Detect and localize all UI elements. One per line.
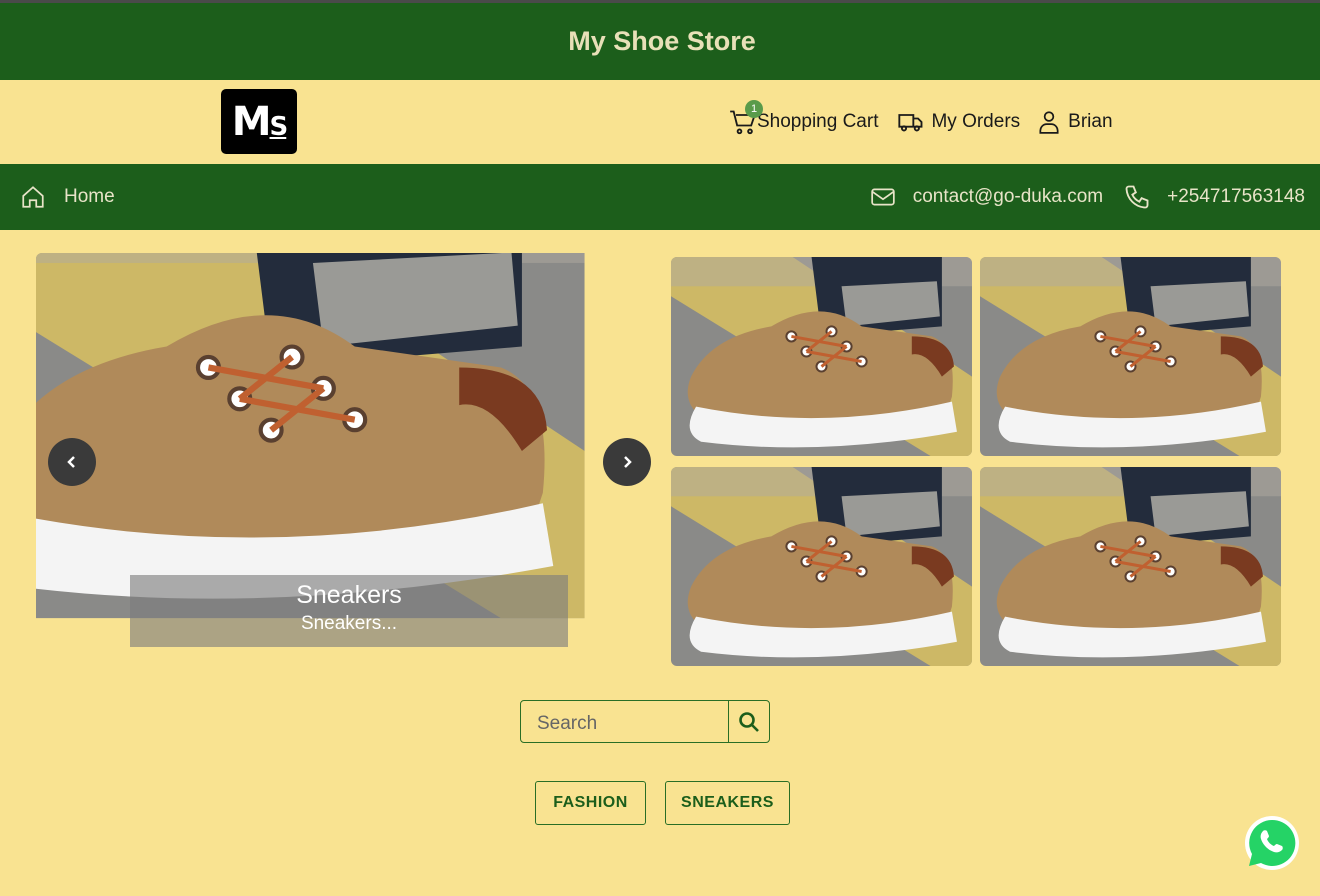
- carousel-prev-button[interactable]: [48, 438, 96, 486]
- shopping-cart-label: Shopping Cart: [757, 111, 879, 132]
- user-name-label: Brian: [1068, 111, 1113, 132]
- product-image: [671, 257, 972, 456]
- header-nav: 1 Shopping Cart My Orders Brian: [729, 100, 1113, 136]
- contact-email[interactable]: contact@go-duka.com: [913, 186, 1103, 208]
- home-link[interactable]: Home: [20, 184, 115, 210]
- shopping-cart-link[interactable]: 1 Shopping Cart: [729, 100, 879, 136]
- header: MS 1 Shopping Cart My Orders Brian: [0, 80, 1320, 164]
- hero-carousel: Sneakers Sneakers...: [36, 253, 663, 670]
- search-input[interactable]: [521, 701, 728, 742]
- whatsapp-button[interactable]: [1244, 815, 1300, 871]
- home-icon: [22, 186, 44, 208]
- home-label: Home: [64, 186, 115, 207]
- product-image: [980, 467, 1281, 666]
- product-thumbnail[interactable]: [980, 467, 1281, 666]
- search-icon: [739, 711, 759, 732]
- search-button[interactable]: [728, 701, 769, 742]
- carousel-caption: Sneakers Sneakers...: [130, 575, 568, 647]
- store-title: My Shoe Store: [568, 26, 756, 56]
- cart-count-badge: 1: [745, 100, 763, 118]
- category-fashion-button[interactable]: FASHION: [535, 781, 646, 825]
- store-logo[interactable]: MS: [221, 89, 297, 154]
- contact-phone[interactable]: +254717563148: [1167, 186, 1305, 208]
- carousel-next-button[interactable]: [603, 438, 651, 486]
- product-thumbnail[interactable]: [980, 257, 1281, 456]
- mail-icon: [871, 188, 895, 206]
- product-image: [671, 467, 972, 666]
- top-banner: My Shoe Store: [0, 3, 1320, 80]
- contact-info: contact@go-duka.com +254717563148: [869, 183, 1305, 211]
- my-orders-label: My Orders: [931, 111, 1021, 132]
- whatsapp-icon: [1245, 816, 1299, 870]
- truck-icon: [898, 114, 923, 132]
- nav-bar: Home contact@go-duka.com +254717563148: [0, 164, 1320, 230]
- user-account-link[interactable]: Brian: [1036, 108, 1113, 136]
- product-image: [980, 257, 1281, 456]
- user-icon: [1039, 111, 1059, 134]
- caption-title: Sneakers: [296, 581, 402, 609]
- chevron-right-icon: [624, 456, 632, 468]
- product-thumbnail[interactable]: [671, 467, 972, 666]
- my-orders-link[interactable]: My Orders: [897, 108, 1020, 136]
- search-box: [520, 700, 770, 743]
- category-sneakers-button[interactable]: SNEAKERS: [665, 781, 790, 825]
- chevron-left-icon: [67, 456, 75, 468]
- caption-subtitle: Sneakers...: [300, 613, 398, 634]
- product-thumbnail[interactable]: [671, 257, 972, 456]
- phone-icon: [1125, 185, 1149, 209]
- logo-text: MS: [231, 98, 289, 145]
